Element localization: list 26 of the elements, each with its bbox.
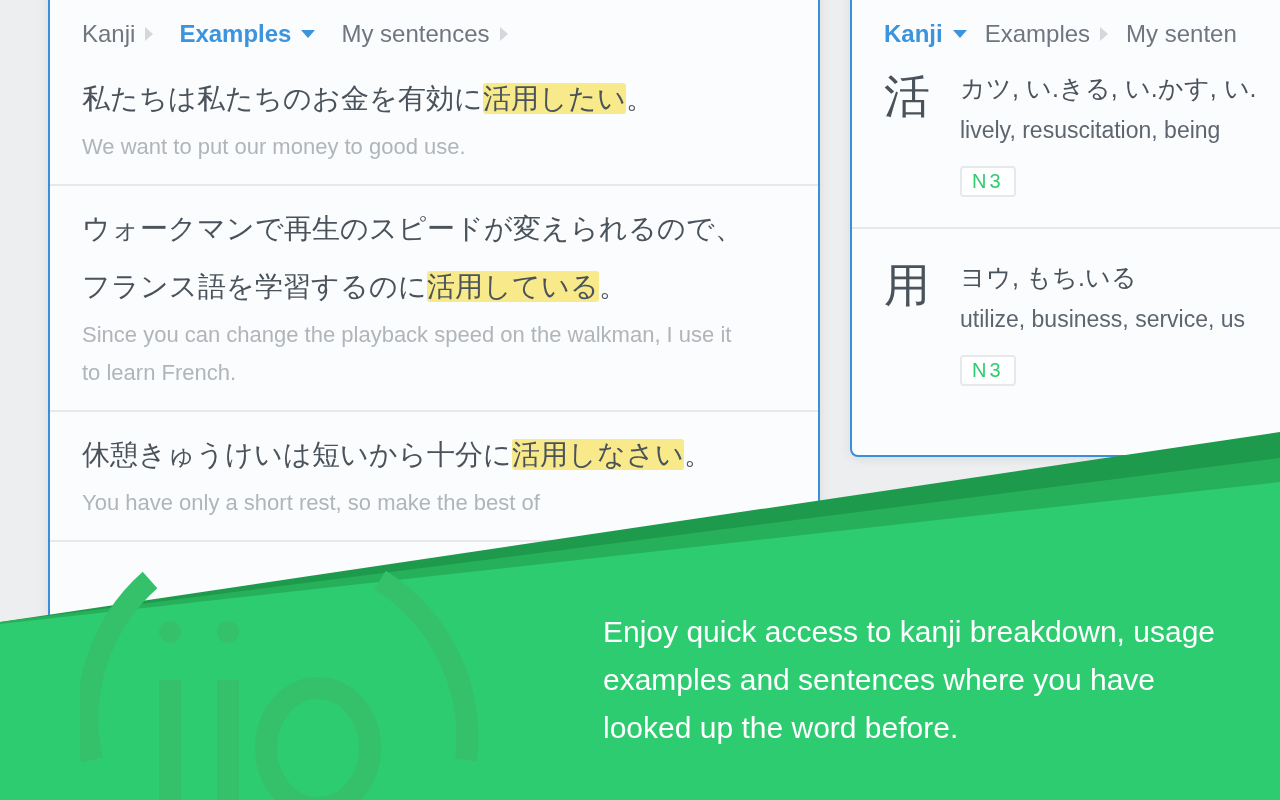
banner-text: Enjoy quick access to kanji breakdown, usage examples and sentences where you have looked up the word before. — [603, 614, 1216, 746]
breadcrumb-tab[interactable]: Kanji — [884, 20, 967, 48]
caret-right-icon — [1100, 27, 1109, 41]
kanji-meanings: utilize, business, service, us — [960, 305, 1246, 334]
kanji-character: 活 — [884, 69, 930, 124]
kanji-readings: ヨウ, もち.いる — [960, 262, 1137, 293]
breadcrumb-tab[interactable]: My senten — [1126, 20, 1237, 48]
kanji-readings: カツ, い.きる, い.かす, い. — [960, 73, 1257, 104]
caret-down-icon — [952, 30, 967, 38]
japanese-sentence: 休憩きゅうけいは短いから十分に活用しなさい。 — [82, 438, 713, 472]
kanji-meanings: lively, resuscitation, being — [960, 116, 1221, 145]
breadcrumb-tab[interactable]: Kanji — [82, 20, 154, 48]
sentence-translation: Since you can change the playback speed on the walkman, I use it to learn French. — [82, 321, 733, 387]
sentence-translation: You have only a short rest, so make the best of — [82, 489, 541, 517]
kanji-character: 用 — [884, 258, 930, 313]
japanese-sentence: 私たちは私たちのお金を有効に活用したい。 — [82, 82, 655, 116]
jlpt-level-tag: N3 — [960, 355, 1016, 386]
jlpt-level-tag: N3 — [960, 166, 1016, 197]
caret-right-icon — [145, 27, 154, 41]
breadcrumb-tab[interactable]: My sentences — [341, 20, 508, 48]
caret-right-icon — [499, 27, 508, 41]
sentence-translation: We want to put our money to good use. — [82, 133, 467, 161]
caret-down-icon — [301, 30, 316, 38]
breadcrumb-tab[interactable]: Examples — [984, 20, 1109, 48]
breadcrumb-tab[interactable]: Examples — [179, 20, 316, 48]
japanese-sentence: ウォークマンで再生のスピードが変えられるので、フランス語を学習するのに活用している。 — [82, 212, 744, 304]
